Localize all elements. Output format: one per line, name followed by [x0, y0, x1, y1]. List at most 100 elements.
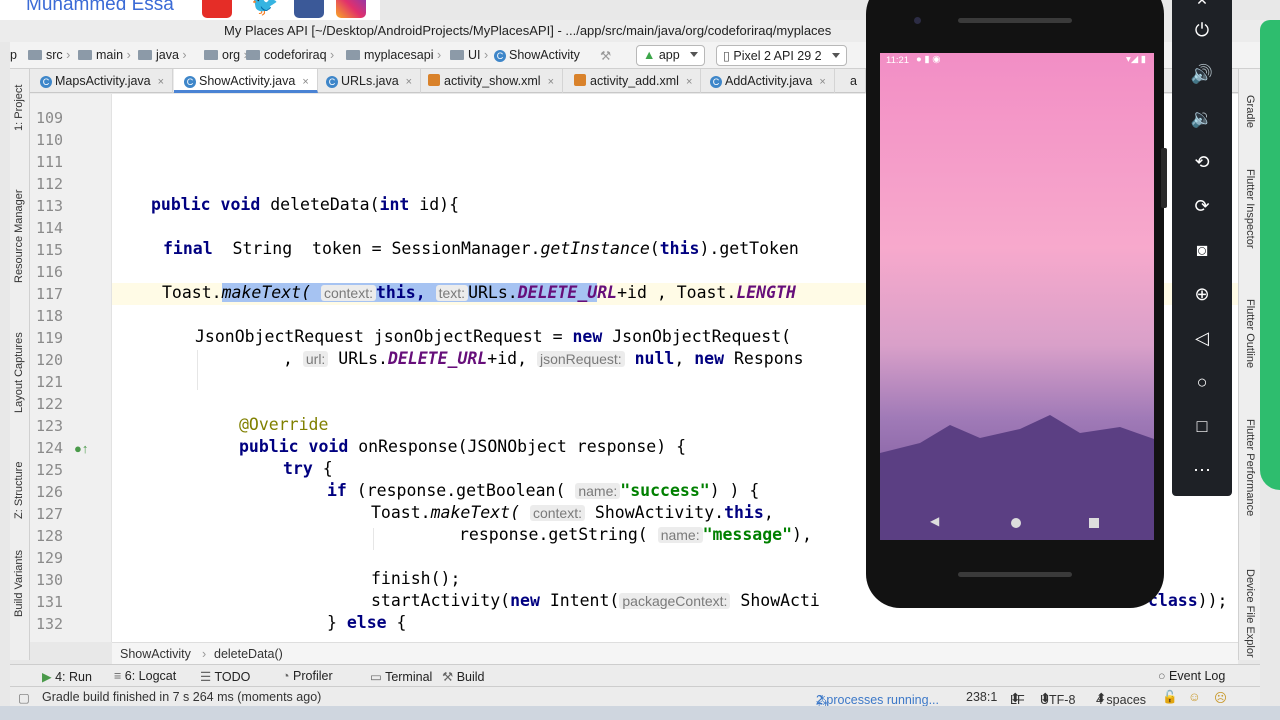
param-hint: text: — [435, 285, 469, 301]
xml-file-icon — [428, 74, 440, 86]
line-number: 128 — [36, 527, 64, 545]
tool-layout-captures[interactable]: Layout Captures — [13, 332, 25, 413]
file-encoding[interactable]: UTF-8 ⬍ — [1040, 690, 1075, 707]
tool-build-variants[interactable]: Build Variants — [13, 550, 25, 617]
tab-overflow[interactable]: a — [840, 69, 866, 93]
crumb-ui[interactable]: UI › — [450, 48, 488, 62]
line-number: 120 — [36, 351, 64, 369]
close-icon[interactable]: × — [686, 76, 692, 88]
folder-icon — [346, 50, 360, 60]
crumb-src[interactable]: src › — [28, 48, 70, 62]
window-icon[interactable]: ▢ — [18, 690, 30, 705]
tool-flutter-inspector[interactable]: Flutter Inspector — [1244, 169, 1256, 248]
channel-name: Muhammed Essa — [26, 0, 174, 15]
home-icon[interactable]: ○ — [1190, 370, 1214, 394]
code-line-119: JsonObjectRequest jsonObjectRequest = ne… — [195, 327, 792, 346]
window-title: My Places API [~/Desktop/AndroidProjects… — [224, 23, 832, 38]
line-number: 118 — [36, 307, 64, 325]
tab-urls[interactable]: C URLs.java × — [316, 69, 422, 93]
xml-file-icon — [574, 74, 586, 86]
breadcrumb-class[interactable]: ShowActivity — [120, 647, 191, 661]
volume-up-icon[interactable]: 🔊 — [1190, 62, 1214, 86]
run-tool-button[interactable]: ▶ 4: Run — [42, 669, 92, 684]
crumb-org[interactable]: org › — [204, 48, 248, 62]
close-icon[interactable]: ✕ — [1190, 0, 1214, 12]
more-icon[interactable]: ⋯ — [1190, 458, 1214, 482]
folder-icon — [28, 50, 42, 60]
tab-mapsactivity[interactable]: C MapsActivity.java × — [30, 69, 174, 93]
tool-flutter-performance[interactable]: Flutter Performance — [1244, 419, 1256, 516]
crumb-main[interactable]: main › — [78, 48, 131, 62]
line-number: 111 — [36, 153, 64, 171]
rotate-left-icon[interactable]: ⟲ — [1190, 150, 1214, 174]
tool-flutter-outline[interactable]: Flutter Outline — [1244, 299, 1256, 368]
line-number: 127 — [36, 505, 64, 523]
volume-down-icon[interactable]: 🔉 — [1190, 106, 1214, 130]
class-icon: C — [326, 76, 338, 88]
power-icon[interactable]: ⏻ — [1190, 18, 1214, 42]
tool-structure[interactable]: Z: Structure — [13, 462, 25, 519]
tool-resource-manager[interactable]: Resource Manager — [13, 189, 25, 283]
close-icon[interactable]: × — [406, 76, 412, 88]
emulator-screen[interactable]: 11:21 ● ▮ ◉ ▾◢ ▮ — [880, 53, 1154, 540]
smile-icon[interactable]: ☺ — [1188, 690, 1201, 704]
terminal-tool-button[interactable]: ▭ Terminal — [370, 669, 432, 684]
home-icon[interactable] — [1011, 518, 1021, 528]
profiler-tool-button[interactable]: ◔ Profiler — [282, 669, 333, 683]
rotate-right-icon[interactable]: ⟳ — [1190, 194, 1214, 218]
bottom-tool-bar: ▶ 4: Run ≡ 6: Logcat ☰ TODO ◔ Profiler ▭… — [10, 664, 1260, 686]
class-icon: C — [184, 76, 196, 88]
run-config-select[interactable]: ▲ app — [636, 45, 705, 66]
caret-position[interactable]: 238:1 — [966, 690, 997, 704]
crumb-myplacesapi[interactable]: myplacesapi › — [346, 48, 441, 62]
crumb-project[interactable]: p — [10, 48, 17, 62]
override-gutter-icon[interactable]: ●↑ — [74, 441, 88, 456]
close-icon[interactable]: × — [158, 76, 164, 88]
overview-icon[interactable]: □ — [1190, 414, 1214, 438]
back-icon[interactable]: ◁ — [1190, 326, 1214, 350]
list-icon: ☰ — [200, 670, 212, 684]
close-icon[interactable]: × — [548, 76, 554, 88]
recents-icon[interactable] — [1089, 518, 1099, 528]
macos-dock — [0, 706, 1280, 720]
indent-setting[interactable]: 4 spaces ⬍ — [1096, 690, 1146, 707]
tab-addactivity[interactable]: C AddActivity.java × — [700, 69, 835, 93]
decorative-green-edge — [1260, 20, 1280, 490]
front-camera — [914, 17, 921, 24]
zoom-icon[interactable]: ⊕ — [1190, 282, 1214, 306]
param-hint: name: — [575, 483, 621, 499]
tab-activity-add-xml[interactable]: activity_add.xml × — [564, 69, 702, 93]
tool-project[interactable]: 1: Project — [13, 85, 25, 131]
todo-tool-button[interactable]: ☰ TODO — [200, 669, 250, 684]
close-icon[interactable]: × — [819, 76, 825, 88]
twitter-icon: 🐦 — [250, 0, 280, 18]
tab-showactivity[interactable]: C ShowActivity.java × — [174, 69, 318, 93]
indent-guide — [197, 350, 198, 390]
search-icon: ○ — [1158, 669, 1166, 683]
logcat-tool-button[interactable]: ≡ 6: Logcat — [114, 669, 176, 683]
crumb-showactivity[interactable]: C ShowActivity — [494, 48, 580, 62]
tool-gradle[interactable]: Gradle — [1244, 95, 1256, 128]
tab-activity-show-xml[interactable]: activity_show.xml × — [418, 69, 563, 93]
close-icon[interactable]: × — [302, 76, 308, 88]
param-hint: jsonRequest: — [536, 351, 625, 367]
tool-device-file-explorer[interactable]: Device File Explor — [1244, 569, 1256, 658]
line-number: 112 — [36, 175, 64, 193]
line-separator[interactable]: LF ⬍ — [1010, 690, 1025, 707]
camera-icon[interactable]: ◙ — [1190, 238, 1214, 262]
lock-icon[interactable]: 🔓 — [1162, 690, 1178, 705]
youtube-icon — [202, 0, 232, 18]
event-log-button[interactable]: ○ Event Log — [1158, 669, 1225, 683]
line-number: 115 — [36, 241, 64, 259]
breadcrumb-method[interactable]: deleteData() — [214, 647, 283, 661]
crumb-java[interactable]: java › — [138, 48, 187, 62]
build-tool-button[interactable]: ⚒ Build — [442, 669, 485, 684]
code-line-131: startActivity(new Intent(packageContext:… — [371, 591, 820, 610]
hammer-icon[interactable]: ⚒ — [600, 48, 611, 63]
code-line-113: public void deleteData(int id){ — [151, 195, 459, 214]
back-icon[interactable]: ◀ — [930, 514, 939, 528]
frown-icon[interactable]: ☹ — [1214, 690, 1227, 705]
device-select[interactable]: ▯ Pixel 2 API 29 2 — [716, 45, 847, 66]
crumb-codeforiraq[interactable]: codeforiraq › — [246, 48, 334, 62]
status-message: Gradle build finished in 7 s 264 ms (mom… — [42, 690, 322, 704]
